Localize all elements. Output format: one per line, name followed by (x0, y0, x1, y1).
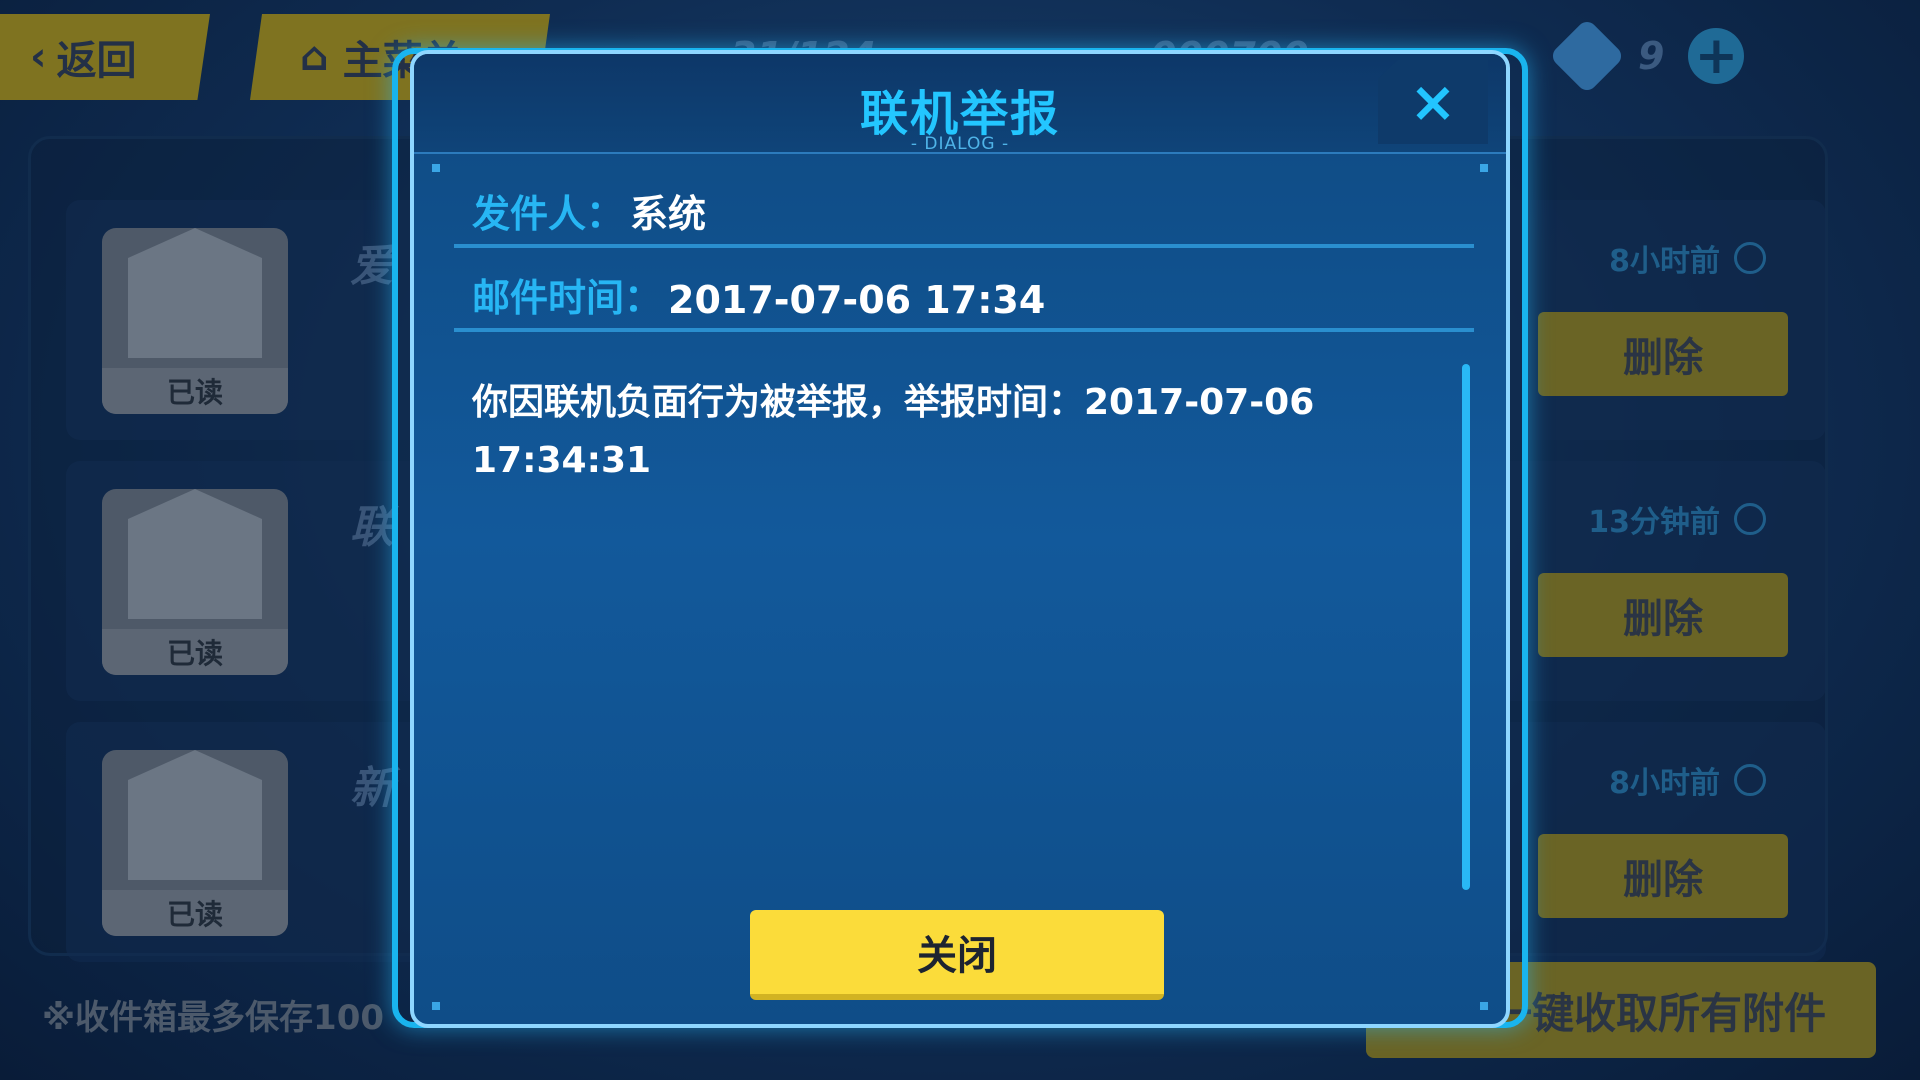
delete-button[interactable]: 删除 (1538, 312, 1788, 396)
gem-counter: 9 + (1548, 17, 1745, 95)
back-button-label: 返回 (56, 38, 137, 84)
back-button[interactable]: ‹ 返回 (0, 14, 210, 100)
gem-value: 9 (1638, 34, 1665, 78)
mail-title: 新 (350, 763, 394, 814)
corner-dot (1480, 164, 1488, 172)
corner-dot (432, 164, 440, 172)
delete-button[interactable]: 删除 (1538, 834, 1788, 918)
clock-icon (1734, 764, 1766, 796)
mail-time: 8小时前 (1609, 758, 1766, 802)
read-status: 已读 (102, 368, 288, 414)
chevron-left-icon: ‹ (30, 34, 47, 80)
mail-title: 爱 (350, 241, 394, 292)
corner-dot (1480, 1002, 1488, 1010)
mail-time: 13分钟前 (1588, 497, 1766, 541)
sender-value: 系统 (630, 192, 707, 236)
sender-row: 发件人： 系统 (454, 188, 1474, 248)
mail-time: 8小时前 (1609, 236, 1766, 280)
mail-time-label: 邮件时间： (472, 276, 663, 320)
home-icon: ⌂ (300, 34, 329, 80)
mail-time-row: 邮件时间： 2017-07-06 17:34 (454, 272, 1474, 332)
clock-icon (1734, 242, 1766, 274)
content-scrollbar[interactable] (1462, 364, 1470, 890)
read-status: 已读 (102, 890, 288, 936)
close-button[interactable]: 关闭 (750, 910, 1164, 1000)
inbox-limit-note: ※收件箱最多保存100 (42, 998, 385, 1038)
report-dialog: 联机举报 - DIALOG - × 发件人： 系统 邮件时间： 2017-07-… (410, 50, 1510, 1028)
envelope-icon: 已读 (102, 228, 288, 414)
envelope-icon: 已读 (102, 750, 288, 936)
dialog-header: 联机举报 - DIALOG - × (414, 54, 1506, 154)
sender-label: 发件人： (472, 192, 625, 236)
mail-time-value: 2017-07-06 17:34 (668, 278, 1046, 322)
read-status: 已读 (102, 629, 288, 675)
mail-body: 你因联机负面行为被举报，举报时间：2017-07-06 17:34:31 (472, 382, 1315, 481)
delete-button[interactable]: 删除 (1538, 573, 1788, 657)
dialog-subtitle: - DIALOG - (910, 134, 1010, 154)
mail-title: 联 (350, 502, 394, 553)
corner-dot (432, 1002, 440, 1010)
envelope-icon: 已读 (102, 489, 288, 675)
clock-icon (1734, 503, 1766, 535)
gem-icon (1548, 17, 1626, 95)
close-icon[interactable]: × (1378, 60, 1488, 144)
add-gem-button[interactable]: + (1688, 26, 1745, 86)
